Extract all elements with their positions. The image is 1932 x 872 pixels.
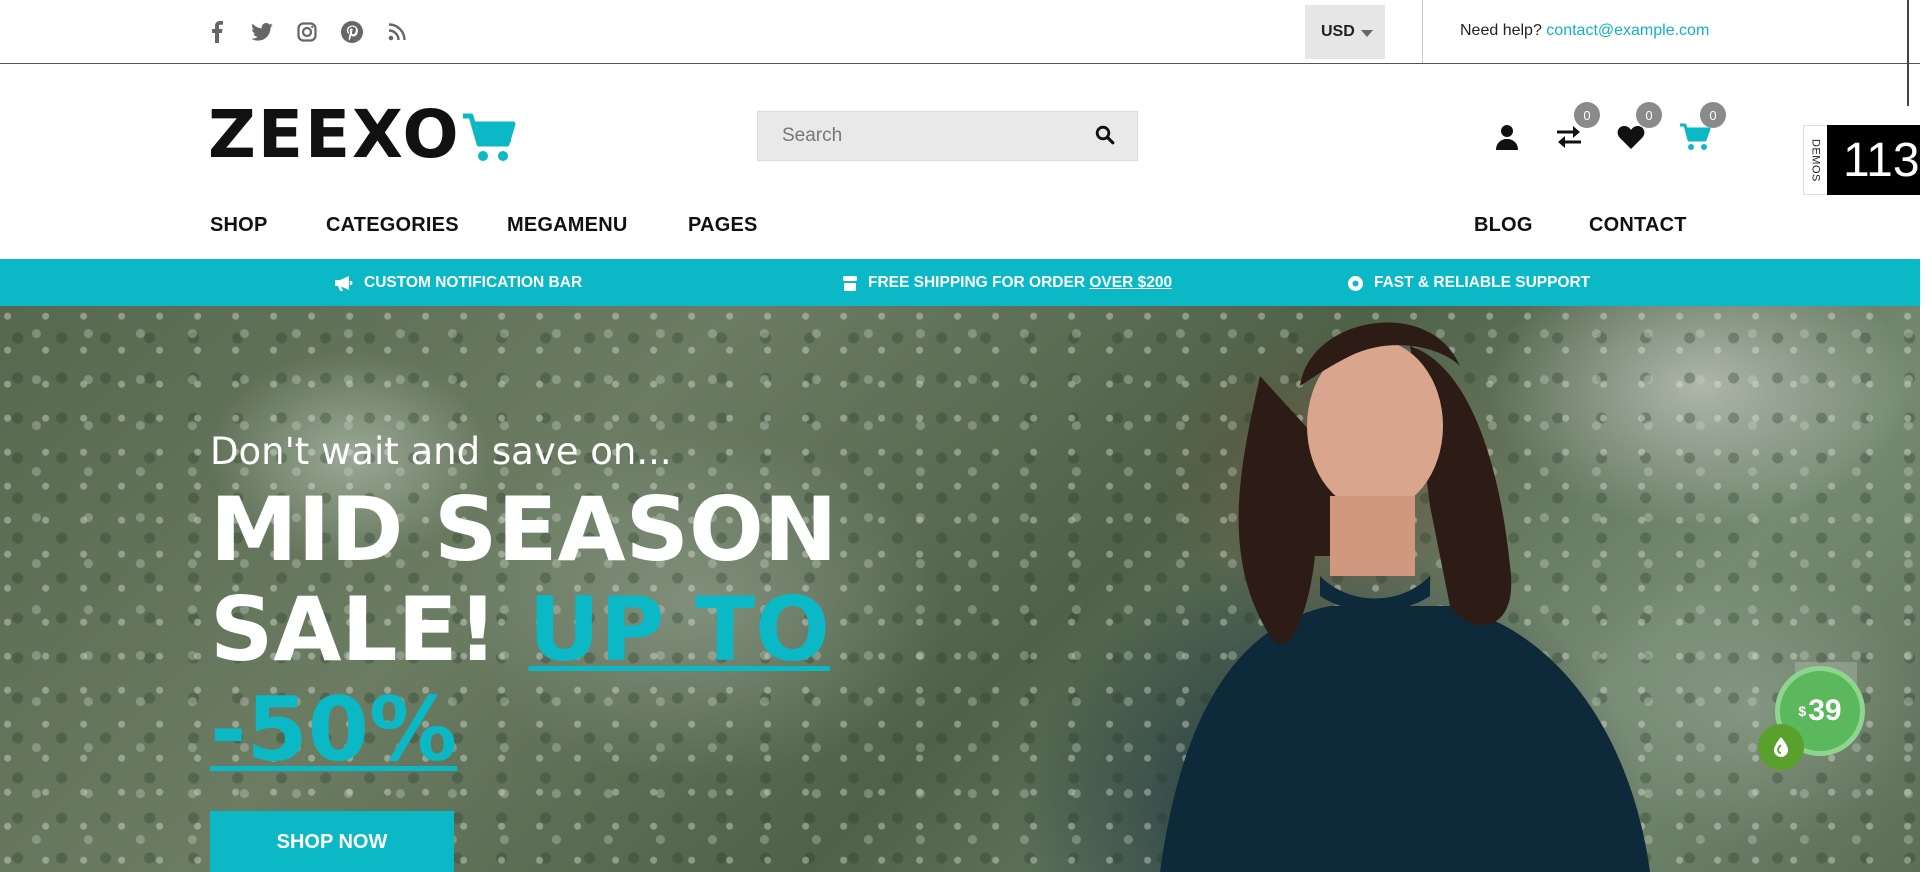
- notification-text-support: FAST & RELIABLE SUPPORT: [1374, 274, 1591, 291]
- divider: [1422, 0, 1423, 63]
- main-nav: SHOP CATEGORIES MEGAMENU PAGES BLOG CONT…: [0, 214, 1920, 244]
- hero-title-accent-discount: -50%: [210, 678, 458, 781]
- notification-text-custom: CUSTOM NOTIFICATION BAR: [364, 274, 583, 291]
- nav-shop[interactable]: SHOP: [210, 214, 267, 237]
- notification-item-shipping: FREE SHIPPING FOR ORDER ​OVER $200: [842, 274, 1172, 292]
- currency-select[interactable]: USD: [1305, 5, 1385, 59]
- cart-count-badge: 0: [1700, 102, 1726, 128]
- hero-title-accent-upto: UP TO: [528, 578, 830, 681]
- hero-banner: Don't wait and save on... MID SEASON SAL…: [0, 306, 1920, 872]
- help-label: Need help?: [1460, 22, 1542, 39]
- currency-value: USD: [1321, 23, 1355, 40]
- cart-logo-icon: [462, 113, 516, 161]
- compare-count-badge: 0: [1574, 102, 1600, 128]
- nav-megamenu[interactable]: MEGAMENU: [507, 214, 628, 237]
- notification-item-support: FAST & RELIABLE SUPPORT: [1347, 274, 1590, 292]
- search-bar: [757, 111, 1138, 161]
- price-value: 39: [1808, 694, 1842, 727]
- drop-icon[interactable]: [1758, 724, 1804, 770]
- instagram-icon[interactable]: [295, 20, 319, 44]
- help-contact: Need help? contact@example.com: [1460, 22, 1709, 40]
- nav-pages[interactable]: PAGES: [688, 214, 758, 237]
- demos-tab[interactable]: DEMOS: [1803, 125, 1827, 195]
- price-currency: $: [1798, 703, 1807, 719]
- demos-tab-label: DEMOS: [1809, 138, 1822, 182]
- notification-bar: CUSTOM NOTIFICATION BAR FREE SHIPPING FO…: [0, 259, 1920, 306]
- facebook-icon[interactable]: [205, 20, 229, 44]
- scrollbar[interactable]: [1907, 0, 1909, 106]
- top-bar: USD Need help? contact@example.com: [0, 0, 1920, 64]
- hero-title-line1: MID SEASON: [210, 478, 838, 581]
- chevron-down-icon: [1361, 30, 1373, 37]
- user-icon[interactable]: [1490, 120, 1524, 154]
- rss-icon[interactable]: [385, 20, 409, 44]
- nav-blog[interactable]: BLOG: [1474, 214, 1533, 237]
- wishlist-count-badge: 0: [1636, 102, 1662, 128]
- lifebuoy-icon: [1348, 275, 1363, 291]
- logo-text: ZEEXO: [208, 96, 461, 173]
- megaphone-icon: [335, 276, 353, 291]
- social-links: [205, 20, 409, 44]
- shop-now-button[interactable]: SHOP NOW: [210, 811, 454, 872]
- notification-item-custom: CUSTOM NOTIFICATION BAR: [334, 274, 582, 292]
- hero-model-image: [1160, 322, 1650, 872]
- search-input[interactable]: [758, 112, 1078, 160]
- demos-count[interactable]: 113: [1827, 125, 1920, 195]
- help-email-link[interactable]: contact@example.com: [1546, 22, 1709, 39]
- shipping-threshold-link[interactable]: OVER $200: [1089, 274, 1172, 291]
- nav-contact[interactable]: CONTACT: [1589, 214, 1687, 237]
- hero-title-line2: SALE!: [210, 578, 498, 681]
- gift-box-icon: [843, 276, 857, 291]
- notification-text-shipping: FREE SHIPPING FOR ORDER ​OVER $200: [868, 274, 1173, 291]
- hero-subtitle: Don't wait and save on...: [210, 430, 672, 473]
- search-icon[interactable]: [1095, 125, 1119, 149]
- twitter-icon[interactable]: [250, 20, 274, 44]
- nav-categories[interactable]: CATEGORIES: [326, 214, 459, 237]
- hero-title: MID SEASON SALE! UP TO -50%: [210, 480, 910, 780]
- pinterest-icon[interactable]: [340, 20, 364, 44]
- site-logo[interactable]: ZEEXO: [208, 96, 517, 173]
